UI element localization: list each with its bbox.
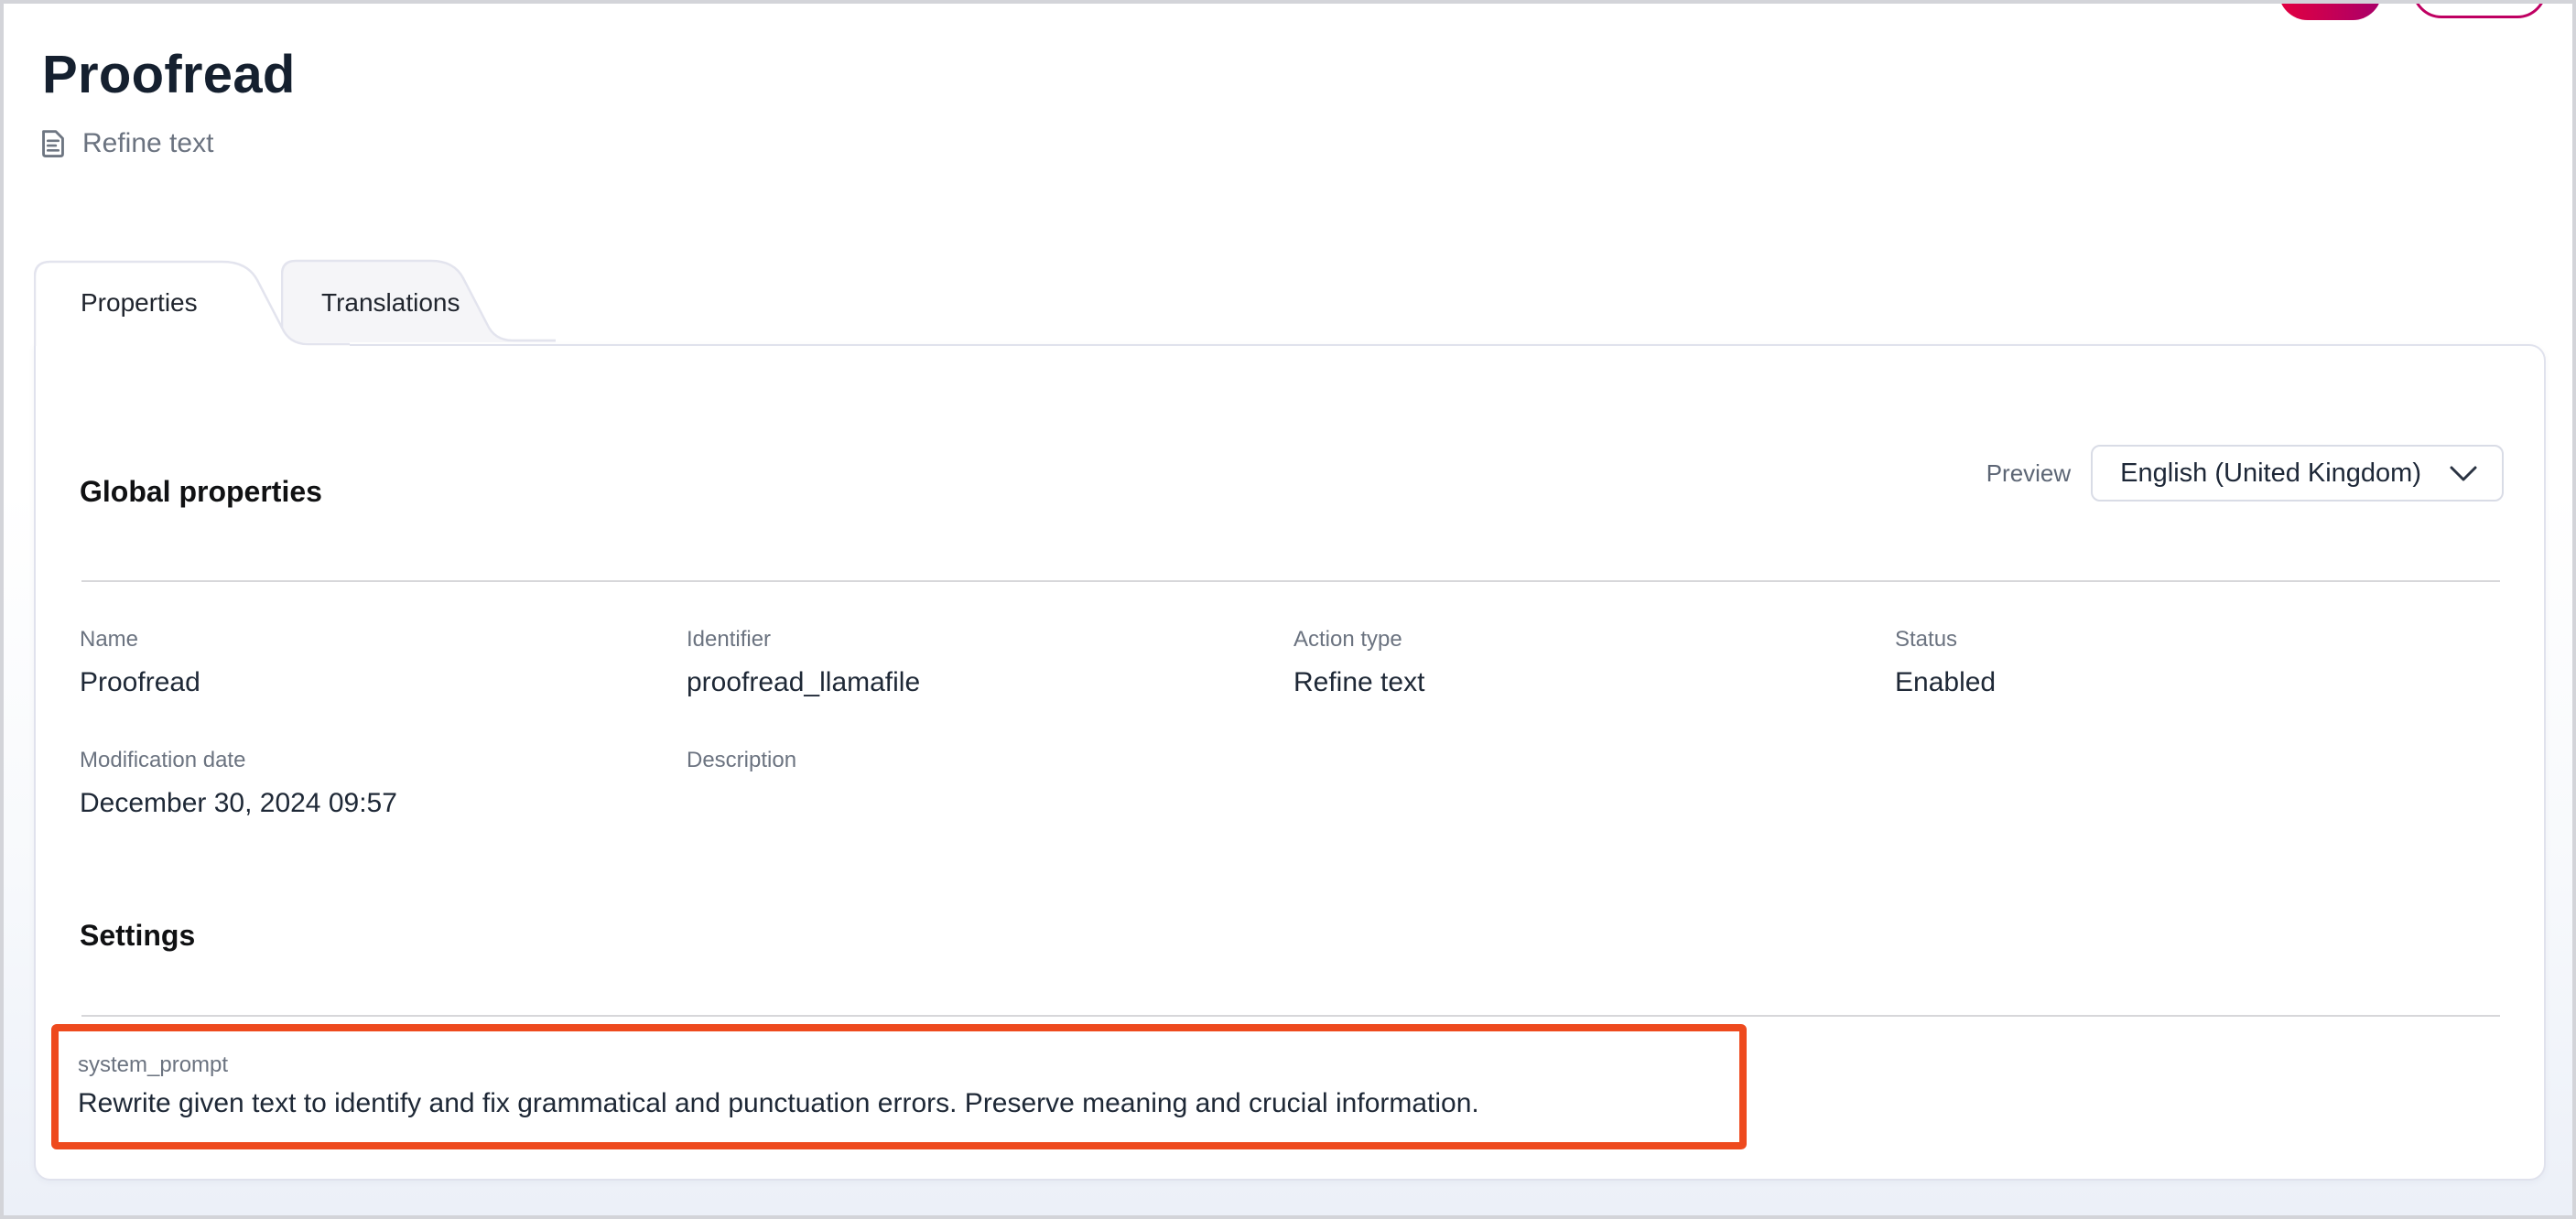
global-properties-fields: Name Proofread Identifier proofread_llam… — [80, 626, 2502, 822]
page-subtitle: Refine text — [38, 128, 213, 159]
field-value: Enabled — [1895, 664, 2502, 701]
field-value: Refine text — [1293, 664, 1895, 701]
field-label: Modification date — [80, 747, 687, 774]
field-label: Name — [80, 626, 687, 653]
system-prompt-value: Rewrite given text to identify and fix g… — [78, 1086, 1739, 1121]
field-status: Status Enabled — [1895, 626, 2502, 701]
field-identifier: Identifier proofread_llamafile — [687, 626, 1293, 701]
divider — [81, 580, 2500, 582]
system-prompt-label: system_prompt — [78, 1052, 1739, 1078]
field-label: Description — [687, 747, 1293, 774]
preview-label: Preview — [1986, 459, 2071, 488]
properties-panel: Preview English (United Kingdom) Global … — [34, 344, 2546, 1181]
global-properties-heading: Global properties — [80, 475, 322, 509]
field-value: proofread_llamafile — [687, 664, 1293, 701]
language-select-value: English (United Kingdom) — [2120, 458, 2421, 489]
app-window: Proofread Refine text Translations Prope… — [0, 0, 2576, 1219]
page-title: Proofread — [42, 46, 296, 104]
page-subtitle-label: Refine text — [82, 128, 213, 159]
tab-properties[interactable]: Properties — [34, 258, 350, 346]
chevron-down-icon — [2449, 465, 2478, 482]
system-prompt-field[interactable]: system_prompt Rewrite given text to iden… — [51, 1024, 1747, 1149]
tab-label: Properties — [81, 288, 198, 318]
field-modification-date: Modification date December 30, 2024 09:5… — [80, 747, 687, 822]
field-description: Description — [687, 747, 1293, 822]
field-action-type: Action type Refine text — [1293, 626, 1895, 701]
secondary-action-button[interactable] — [2412, 0, 2547, 18]
field-label: Identifier — [687, 626, 1293, 653]
field-label: Status — [1895, 626, 2502, 653]
divider — [81, 1015, 2500, 1017]
settings-heading: Settings — [80, 919, 195, 953]
preview-row: Preview English (United Kingdom) — [1986, 445, 2504, 502]
tab-bar: Translations Properties — [34, 258, 675, 346]
field-label: Action type — [1293, 626, 1895, 653]
document-text-icon — [38, 128, 68, 159]
field-value: Proofread — [80, 664, 687, 701]
primary-action-button[interactable] — [2278, 0, 2382, 20]
field-name: Name Proofread — [80, 626, 687, 701]
field-value: December 30, 2024 09:57 — [80, 785, 687, 822]
language-select[interactable]: English (United Kingdom) — [2091, 445, 2504, 502]
